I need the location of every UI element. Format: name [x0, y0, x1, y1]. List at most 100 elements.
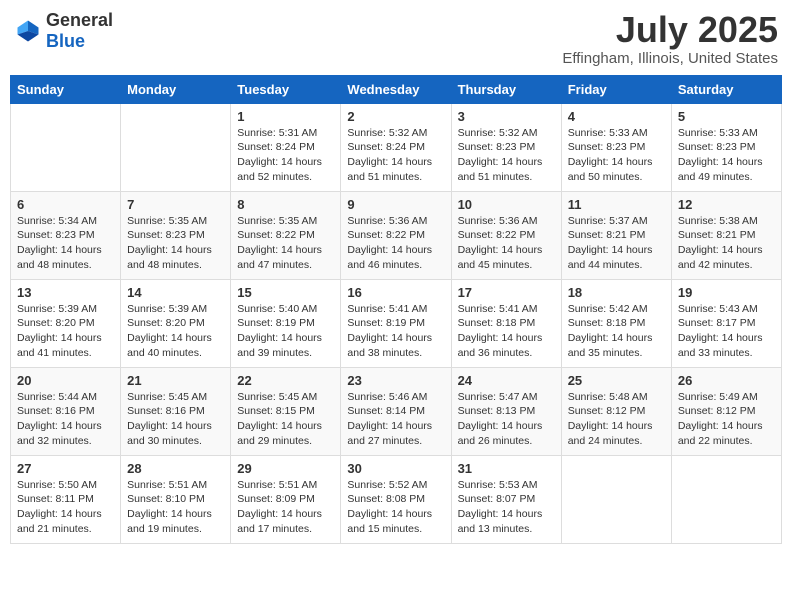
week-row-4: 20Sunrise: 5:44 AM Sunset: 8:16 PM Dayli… [11, 367, 782, 455]
week-row-2: 6 Sunrise: 5:34 AM Sunset: 8:23 PM Daylig… [11, 191, 782, 279]
day-info: Sunrise: 5:34 AM Sunset: 8:23 PM Dayligh… [17, 214, 114, 273]
day-number: 9 [347, 197, 444, 212]
day-cell: 3 Sunrise: 5:32 AM Sunset: 8:23 PM Daylig… [451, 103, 561, 191]
weekday-header-monday: Monday [121, 75, 231, 103]
weekday-header-tuesday: Tuesday [231, 75, 341, 103]
day-number: 1 [237, 109, 334, 124]
day-cell: 13 Sunrise: 5:39 AM Sunset: 8:20 PM Dayli… [11, 279, 121, 367]
day-cell: 21Sunrise: 5:45 AM Sunset: 8:16 PM Dayli… [121, 367, 231, 455]
day-cell: 1 Sunrise: 5:31 AM Sunset: 8:24 PM Daylig… [231, 103, 341, 191]
day-cell: 4 Sunrise: 5:33 AM Sunset: 8:23 PM Daylig… [561, 103, 671, 191]
day-cell: 24Sunrise: 5:47 AM Sunset: 8:13 PM Dayli… [451, 367, 561, 455]
logo-general: General [46, 10, 113, 30]
day-cell: 5Sunrise: 5:33 AM Sunset: 8:23 PM Daylig… [671, 103, 781, 191]
day-cell: 19 Sunrise: 5:43 AM Sunset: 8:17 PM Dayli… [671, 279, 781, 367]
day-info: Sunrise: 5:51 AM Sunset: 8:10 PM Dayligh… [127, 478, 224, 537]
location-title: Effingham, Illinois, United States [562, 50, 778, 67]
weekday-header-wednesday: Wednesday [341, 75, 451, 103]
day-cell [11, 103, 121, 191]
logo-icon [14, 17, 42, 45]
day-number: 6 [17, 197, 114, 212]
day-number: 30 [347, 461, 444, 476]
month-title: July 2025 [562, 10, 778, 50]
day-number: 21 [127, 373, 224, 388]
day-info: Sunrise: 5:41 AM Sunset: 8:19 PM Dayligh… [347, 302, 444, 361]
day-number: 20 [17, 373, 114, 388]
day-number: 16 [347, 285, 444, 300]
day-info: Sunrise: 5:33 AM Sunset: 8:23 PM Dayligh… [678, 126, 775, 185]
day-info: Sunrise: 5:43 AM Sunset: 8:17 PM Dayligh… [678, 302, 775, 361]
day-number: 29 [237, 461, 334, 476]
day-info: Sunrise: 5:36 AM Sunset: 8:22 PM Dayligh… [458, 214, 555, 273]
weekday-header-saturday: Saturday [671, 75, 781, 103]
day-number: 13 [17, 285, 114, 300]
day-number: 17 [458, 285, 555, 300]
logo-text: General Blue [46, 10, 113, 52]
day-info: Sunrise: 5:53 AM Sunset: 8:07 PM Dayligh… [458, 478, 555, 537]
day-info: Sunrise: 5:37 AM Sunset: 8:21 PM Dayligh… [568, 214, 665, 273]
day-info: Sunrise: 5:32 AM Sunset: 8:23 PM Dayligh… [458, 126, 555, 185]
day-cell: 6 Sunrise: 5:34 AM Sunset: 8:23 PM Daylig… [11, 191, 121, 279]
day-number: 14 [127, 285, 224, 300]
day-info: Sunrise: 5:46 AM Sunset: 8:14 PM Dayligh… [347, 390, 444, 449]
day-cell: 12 Sunrise: 5:38 AM Sunset: 8:21 PM Dayli… [671, 191, 781, 279]
day-number: 26 [678, 373, 775, 388]
day-info: Sunrise: 5:39 AM Sunset: 8:20 PM Dayligh… [127, 302, 224, 361]
day-cell: 26 Sunrise: 5:49 AM Sunset: 8:12 PM Dayli… [671, 367, 781, 455]
day-number: 15 [237, 285, 334, 300]
day-info: Sunrise: 5:38 AM Sunset: 8:21 PM Dayligh… [678, 214, 775, 273]
day-info: Sunrise: 5:47 AM Sunset: 8:13 PM Dayligh… [458, 390, 555, 449]
day-cell: 23Sunrise: 5:46 AM Sunset: 8:14 PM Dayli… [341, 367, 451, 455]
day-info: Sunrise: 5:40 AM Sunset: 8:19 PM Dayligh… [237, 302, 334, 361]
day-info: Sunrise: 5:33 AM Sunset: 8:23 PM Dayligh… [568, 126, 665, 185]
day-cell: 27Sunrise: 5:50 AM Sunset: 8:11 PM Dayli… [11, 455, 121, 543]
day-cell: 10Sunrise: 5:36 AM Sunset: 8:22 PM Dayli… [451, 191, 561, 279]
week-row-5: 27Sunrise: 5:50 AM Sunset: 8:11 PM Dayli… [11, 455, 782, 543]
day-cell: 11 Sunrise: 5:37 AM Sunset: 8:21 PM Dayli… [561, 191, 671, 279]
day-cell [561, 455, 671, 543]
day-info: Sunrise: 5:51 AM Sunset: 8:09 PM Dayligh… [237, 478, 334, 537]
day-info: Sunrise: 5:52 AM Sunset: 8:08 PM Dayligh… [347, 478, 444, 537]
day-cell: 20Sunrise: 5:44 AM Sunset: 8:16 PM Dayli… [11, 367, 121, 455]
day-number: 3 [458, 109, 555, 124]
week-row-3: 13 Sunrise: 5:39 AM Sunset: 8:20 PM Dayli… [11, 279, 782, 367]
day-number: 18 [568, 285, 665, 300]
day-cell: 15 Sunrise: 5:40 AM Sunset: 8:19 PM Dayli… [231, 279, 341, 367]
page-header: General Blue July 2025 Effingham, Illino… [10, 10, 782, 67]
day-info: Sunrise: 5:42 AM Sunset: 8:18 PM Dayligh… [568, 302, 665, 361]
day-info: Sunrise: 5:39 AM Sunset: 8:20 PM Dayligh… [17, 302, 114, 361]
day-cell: 9Sunrise: 5:36 AM Sunset: 8:22 PM Daylig… [341, 191, 451, 279]
day-cell: 29 Sunrise: 5:51 AM Sunset: 8:09 PM Dayli… [231, 455, 341, 543]
weekday-header-row: SundayMondayTuesdayWednesdayThursdayFrid… [11, 75, 782, 103]
day-cell: 31 Sunrise: 5:53 AM Sunset: 8:07 PM Dayli… [451, 455, 561, 543]
day-number: 4 [568, 109, 665, 124]
day-number: 28 [127, 461, 224, 476]
title-block: July 2025 Effingham, Illinois, United St… [562, 10, 778, 67]
day-info: Sunrise: 5:50 AM Sunset: 8:11 PM Dayligh… [17, 478, 114, 537]
day-cell: 30 Sunrise: 5:52 AM Sunset: 8:08 PM Dayli… [341, 455, 451, 543]
day-number: 2 [347, 109, 444, 124]
day-info: Sunrise: 5:41 AM Sunset: 8:18 PM Dayligh… [458, 302, 555, 361]
calendar-table: SundayMondayTuesdayWednesdayThursdayFrid… [10, 75, 782, 544]
day-cell: 18 Sunrise: 5:42 AM Sunset: 8:18 PM Dayli… [561, 279, 671, 367]
day-cell: 28 Sunrise: 5:51 AM Sunset: 8:10 PM Dayli… [121, 455, 231, 543]
day-info: Sunrise: 5:35 AM Sunset: 8:23 PM Dayligh… [127, 214, 224, 273]
day-number: 31 [458, 461, 555, 476]
day-cell: 2 Sunrise: 5:32 AM Sunset: 8:24 PM Daylig… [341, 103, 451, 191]
day-cell: 14 Sunrise: 5:39 AM Sunset: 8:20 PM Dayli… [121, 279, 231, 367]
day-cell: 8Sunrise: 5:35 AM Sunset: 8:22 PM Daylig… [231, 191, 341, 279]
day-info: Sunrise: 5:49 AM Sunset: 8:12 PM Dayligh… [678, 390, 775, 449]
day-cell: 22 Sunrise: 5:45 AM Sunset: 8:15 PM Dayli… [231, 367, 341, 455]
day-number: 12 [678, 197, 775, 212]
weekday-header-sunday: Sunday [11, 75, 121, 103]
day-number: 8 [237, 197, 334, 212]
day-info: Sunrise: 5:45 AM Sunset: 8:15 PM Dayligh… [237, 390, 334, 449]
day-cell [671, 455, 781, 543]
day-number: 22 [237, 373, 334, 388]
day-number: 11 [568, 197, 665, 212]
day-cell [121, 103, 231, 191]
day-number: 25 [568, 373, 665, 388]
day-number: 19 [678, 285, 775, 300]
day-info: Sunrise: 5:31 AM Sunset: 8:24 PM Dayligh… [237, 126, 334, 185]
day-info: Sunrise: 5:32 AM Sunset: 8:24 PM Dayligh… [347, 126, 444, 185]
